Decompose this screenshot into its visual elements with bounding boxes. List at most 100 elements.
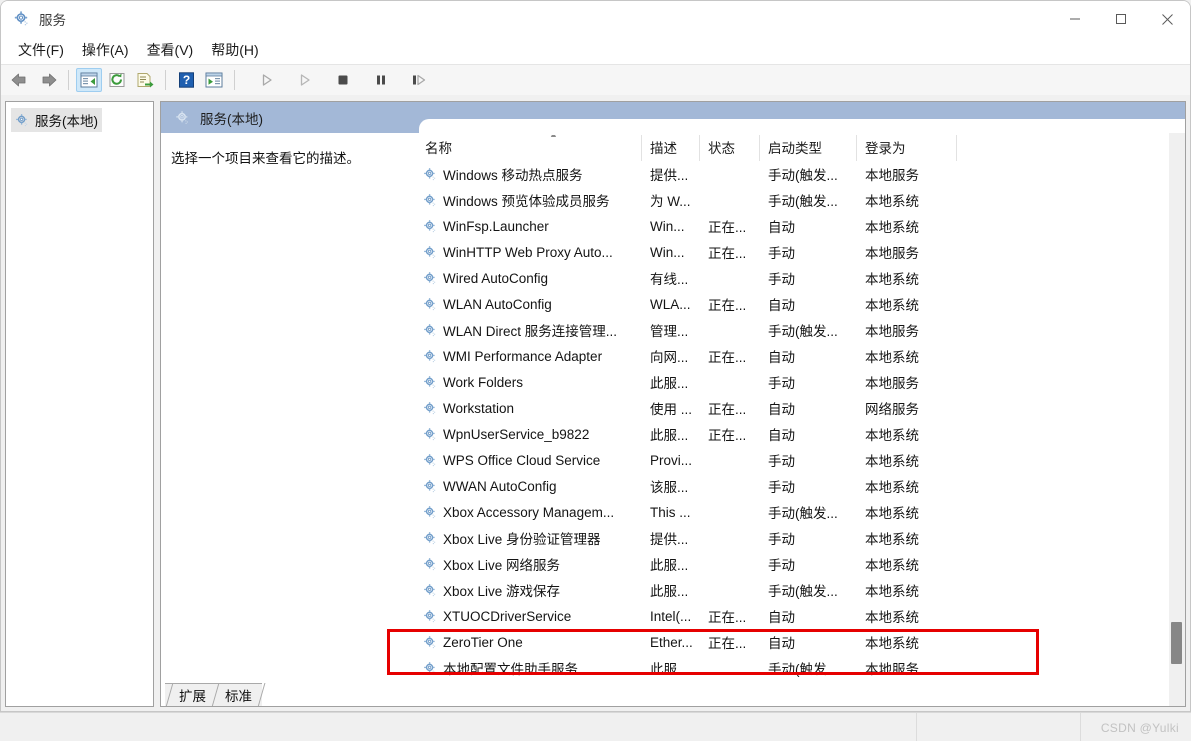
cell-service-name: WinHTTP Web Proxy Auto... <box>417 245 642 260</box>
cell-description: 有线... <box>650 272 689 287</box>
cell-startup-type: 手动(触发... <box>768 324 838 339</box>
table-row[interactable]: WinHTTP Web Proxy Auto... Win... 正在... 手动 本地… <box>417 239 1185 265</box>
cell-service-name: Wired AutoConfig <box>417 271 642 286</box>
cell-description: This ... <box>650 504 691 520</box>
service-name-label: Windows 移动热点服务 <box>443 168 583 183</box>
services-gear-icon <box>13 10 31 28</box>
status-bar-divider <box>916 713 918 741</box>
cell-log-on-as: 本地系统 <box>865 350 919 365</box>
service-name-label: Xbox Accessory Managem... <box>443 504 615 520</box>
service-name-label: Xbox Live 网络服务 <box>443 558 561 573</box>
column-header-status[interactable]: 状态 <box>700 135 760 161</box>
menu-action[interactable]: 操作(A) <box>73 38 138 62</box>
cell-description: 此服... <box>650 584 689 599</box>
service-gear-icon <box>423 401 438 416</box>
cell-log-on-as: 网络服务 <box>865 402 919 417</box>
table-row[interactable]: Workstation 使用 ... 正在... 自动 网络服务 <box>417 395 1185 421</box>
column-header-description[interactable]: 描述 <box>642 135 700 161</box>
table-row[interactable]: Windows 移动热点服务 提供... 手动(触发... 本地服务 <box>417 161 1185 187</box>
table-row[interactable]: Work Folders 此服... 手动 本地服务 <box>417 369 1185 395</box>
cell-service-name: WMI Performance Adapter <box>417 349 642 364</box>
service-gear-icon <box>423 453 438 468</box>
service-name-label: WLAN Direct 服务连接管理... <box>443 324 618 339</box>
cell-service-name: WPS Office Cloud Service <box>417 453 642 468</box>
close-icon[interactable] <box>1144 1 1190 37</box>
service-name-label: WinHTTP Web Proxy Auto... <box>443 244 613 260</box>
cell-service-name: Workstation <box>417 401 642 416</box>
menu-view[interactable]: 查看(V) <box>138 38 203 62</box>
table-row[interactable]: WWAN AutoConfig 该服... 手动 本地系统 <box>417 473 1185 499</box>
tab-standard[interactable]: 标准 <box>211 683 262 706</box>
table-row[interactable]: WpnUserService_b9822 此服... 正在... 自动 本地系统 <box>417 421 1185 447</box>
cell-log-on-as: 本地系统 <box>865 220 919 235</box>
sidebar-item-services-local[interactable]: 服务(本地) <box>11 108 102 132</box>
table-row[interactable]: Xbox Accessory Managem... This ... 手动(触发..… <box>417 499 1185 525</box>
table-row[interactable]: Windows 预览体验成员服务 为 W... 手动(触发... 本地系统 <box>417 187 1185 213</box>
minimize-icon[interactable] <box>1052 1 1098 37</box>
back-button[interactable] <box>7 68 33 92</box>
service-name-label: Work Folders <box>443 374 524 390</box>
cell-log-on-as: 本地系统 <box>865 272 919 287</box>
play-icon[interactable] <box>254 68 280 92</box>
refresh-icon[interactable] <box>104 68 130 92</box>
table-row[interactable]: WPS Office Cloud Service Provi... 手动 本地系统 <box>417 447 1185 473</box>
cell-service-name: Work Folders <box>417 375 642 390</box>
column-header-label: 状态 <box>708 141 735 156</box>
tab-extended[interactable]: 扩展 <box>165 683 216 706</box>
results-banner-title: 服务(本地) <box>200 111 263 127</box>
menu-file[interactable]: 文件(F) <box>9 38 73 62</box>
column-header-name[interactable]: 名称 ▲ <box>417 135 642 161</box>
cell-status: 正在... <box>708 350 747 365</box>
table-row[interactable]: WMI Performance Adapter 向网... 正在... 自动 本地系统 <box>417 343 1185 369</box>
cell-status: 正在... <box>708 428 747 443</box>
maximize-icon[interactable] <box>1098 1 1144 37</box>
services-gear-icon <box>15 113 30 128</box>
column-header-log-on-as[interactable]: 登录为 <box>857 135 957 161</box>
export-list-icon[interactable] <box>132 68 158 92</box>
pause-icon[interactable] <box>368 68 394 92</box>
table-row[interactable]: WLAN AutoConfig WLA... 正在... 自动 本地系统 <box>417 291 1185 317</box>
service-gear-icon <box>423 609 438 624</box>
service-gear-icon <box>423 349 438 364</box>
console-tree-icon[interactable] <box>76 68 102 92</box>
cell-service-name: WpnUserService_b9822 <box>417 427 642 442</box>
list-vertical-scrollbar[interactable] <box>1168 133 1185 706</box>
cell-service-name: WinFsp.Launcher <box>417 219 642 234</box>
service-gear-icon <box>423 557 438 572</box>
stop-icon[interactable] <box>330 68 356 92</box>
play-outline-icon[interactable] <box>292 68 318 92</box>
table-row[interactable]: Wired AutoConfig 有线... 手动 本地系统 <box>417 265 1185 291</box>
action-pane-icon[interactable] <box>201 68 227 92</box>
cell-startup-type: 手动(触发... <box>768 194 838 209</box>
cell-description: 此服... <box>650 376 689 391</box>
service-name-label: Workstation <box>443 400 515 416</box>
cell-log-on-as: 本地系统 <box>865 610 919 625</box>
table-row[interactable]: 本地配置文件助手服务 此服 手动(触发 本地服务 <box>417 655 1185 681</box>
forward-button[interactable] <box>35 68 61 92</box>
column-header-startup-type[interactable]: 启动类型 <box>760 135 857 161</box>
cell-startup-type: 自动 <box>768 428 795 443</box>
service-gear-icon <box>423 219 438 234</box>
menu-help[interactable]: 帮助(H) <box>202 38 267 62</box>
results-content: 选择一个项目来查看它的描述。 名称 ▲ 描述 <box>161 133 1185 706</box>
question-mark-icon[interactable]: ? <box>173 68 199 92</box>
cell-startup-type: 手动 <box>768 246 795 261</box>
cell-log-on-as: 本地系统 <box>865 298 919 313</box>
scrollbar-thumb[interactable] <box>1171 622 1182 664</box>
cell-log-on-as: 本地系统 <box>865 558 919 573</box>
watermark-text: CSDN @Yulki <box>1100 720 1179 735</box>
window-controls <box>1052 1 1190 37</box>
sidebar-item-label: 服务(本地) <box>35 114 98 129</box>
service-gear-icon <box>423 635 438 650</box>
toolbar-separator <box>165 70 166 90</box>
restart-icon[interactable] <box>406 68 432 92</box>
service-gear-icon <box>423 323 438 338</box>
table-row[interactable]: Xbox Live 网络服务 此服... 手动 本地系统 <box>417 551 1185 577</box>
cell-log-on-as: 本地系统 <box>865 480 919 495</box>
table-row[interactable]: XTUOCDriverService Intel(... 正在... 自动 本地系统 <box>417 603 1185 629</box>
table-row[interactable]: Xbox Live 身份验证管理器 提供... 手动 本地系统 <box>417 525 1185 551</box>
table-row[interactable]: WinFsp.Launcher Win... 正在... 自动 本地系统 <box>417 213 1185 239</box>
table-row[interactable]: Xbox Live 游戏保存 此服... 手动(触发... 本地系统 <box>417 577 1185 603</box>
table-row[interactable]: ZeroTier One Ether... 正在... 自动 本地系统 <box>417 629 1185 655</box>
table-row[interactable]: WLAN Direct 服务连接管理... 管理... 手动(触发... 本地服务 <box>417 317 1185 343</box>
